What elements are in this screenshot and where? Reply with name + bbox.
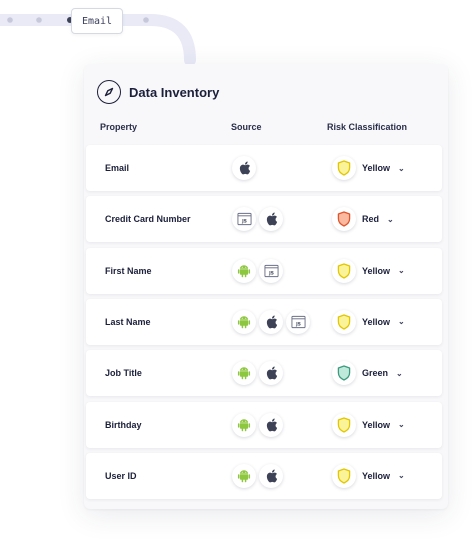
apple-icon xyxy=(259,463,283,488)
chevron-down-icon[interactable]: ⌄ xyxy=(398,164,405,173)
property-name: Email xyxy=(105,163,130,173)
shield-icon xyxy=(332,207,356,232)
table-row[interactable]: Credit Card Number JS Red ⌄ xyxy=(86,196,442,243)
source-icons xyxy=(232,156,256,180)
email-chip: Email xyxy=(71,8,123,34)
javascript-icon: JS xyxy=(286,309,310,334)
flow-dot xyxy=(143,17,149,23)
chevron-down-icon[interactable]: ⌄ xyxy=(398,471,405,480)
source-icons: JS xyxy=(232,309,310,334)
table-row[interactable]: Job Title Green ⌄ xyxy=(86,350,442,397)
chevron-down-icon[interactable]: ⌄ xyxy=(398,317,405,326)
shield-icon xyxy=(332,463,356,488)
table-row[interactable]: Email Yellow ⌄ xyxy=(86,145,442,191)
property-name: User ID xyxy=(105,470,137,481)
table-row[interactable]: Birthday Yellow ⌄ xyxy=(86,401,442,448)
risk-dropdown[interactable]: Yellow ⌄ xyxy=(332,309,405,334)
android-icon xyxy=(232,361,256,386)
android-icon xyxy=(232,412,256,437)
property-name: Last Name xyxy=(105,316,151,327)
property-name: First Name xyxy=(105,265,152,276)
chevron-down-icon[interactable]: ⌄ xyxy=(398,420,405,429)
apple-icon xyxy=(232,156,256,180)
risk-dropdown[interactable]: Red ⌄ xyxy=(332,207,394,232)
source-icons: JS xyxy=(232,207,283,232)
panel-title: Data Inventory xyxy=(97,79,219,105)
apple-icon xyxy=(259,309,283,334)
android-icon xyxy=(232,309,256,334)
svg-text:JS: JS xyxy=(241,219,247,225)
table-row[interactable]: First Name JS Yellow ⌄ xyxy=(86,247,442,294)
property-name: Credit Card Number xyxy=(105,214,191,225)
property-name: Birthday xyxy=(105,419,142,430)
risk-label: Yellow xyxy=(362,265,391,276)
shield-icon xyxy=(332,361,356,386)
flow-dot xyxy=(7,17,13,23)
column-header-risk: Risk Classification xyxy=(327,122,408,132)
table-row[interactable]: Last Name JS Yellow ⌄ xyxy=(86,298,442,345)
chevron-down-icon[interactable]: ⌄ xyxy=(396,369,403,378)
risk-label: Green xyxy=(362,368,389,379)
chevron-down-icon[interactable]: ⌄ xyxy=(398,266,405,275)
risk-dropdown[interactable]: Yellow ⌄ xyxy=(332,412,405,437)
svg-text:JS: JS xyxy=(295,321,301,327)
javascript-icon: JS xyxy=(259,258,283,283)
shield-icon xyxy=(332,412,356,437)
flow-dot xyxy=(36,17,42,23)
column-header-source: Source xyxy=(231,122,262,132)
risk-dropdown[interactable]: Yellow ⌄ xyxy=(332,156,405,180)
chevron-down-icon[interactable]: ⌄ xyxy=(387,215,394,224)
shield-icon xyxy=(332,156,356,180)
source-icons xyxy=(232,361,283,386)
data-inventory-panel: Data Inventory Property Source Risk Clas… xyxy=(84,64,448,509)
source-icons xyxy=(232,463,283,488)
risk-label: Yellow xyxy=(362,163,391,173)
apple-icon xyxy=(259,412,283,437)
source-icons: JS xyxy=(232,258,283,283)
compass-icon xyxy=(97,80,121,104)
source-icons xyxy=(232,412,283,437)
apple-icon xyxy=(259,361,283,386)
shield-icon xyxy=(332,258,356,283)
property-name: Job Title xyxy=(105,368,142,379)
risk-dropdown[interactable]: Yellow ⌄ xyxy=(332,463,405,488)
apple-icon xyxy=(259,207,283,232)
svg-text:JS: JS xyxy=(268,270,274,276)
shield-icon xyxy=(332,309,356,334)
risk-dropdown[interactable]: Yellow ⌄ xyxy=(332,258,405,283)
column-header-property: Property xyxy=(100,122,138,132)
table-row[interactable]: User ID Yellow ⌄ xyxy=(86,452,442,499)
risk-label: Yellow xyxy=(362,316,391,327)
android-icon xyxy=(232,463,256,488)
risk-label: Yellow xyxy=(362,419,391,430)
risk-label: Yellow xyxy=(362,470,391,481)
risk-label: Red xyxy=(362,214,380,225)
risk-dropdown[interactable]: Green ⌄ xyxy=(332,361,403,386)
panel-title-text: Data Inventory xyxy=(129,84,220,100)
javascript-icon: JS xyxy=(232,207,256,232)
android-icon xyxy=(232,258,256,283)
